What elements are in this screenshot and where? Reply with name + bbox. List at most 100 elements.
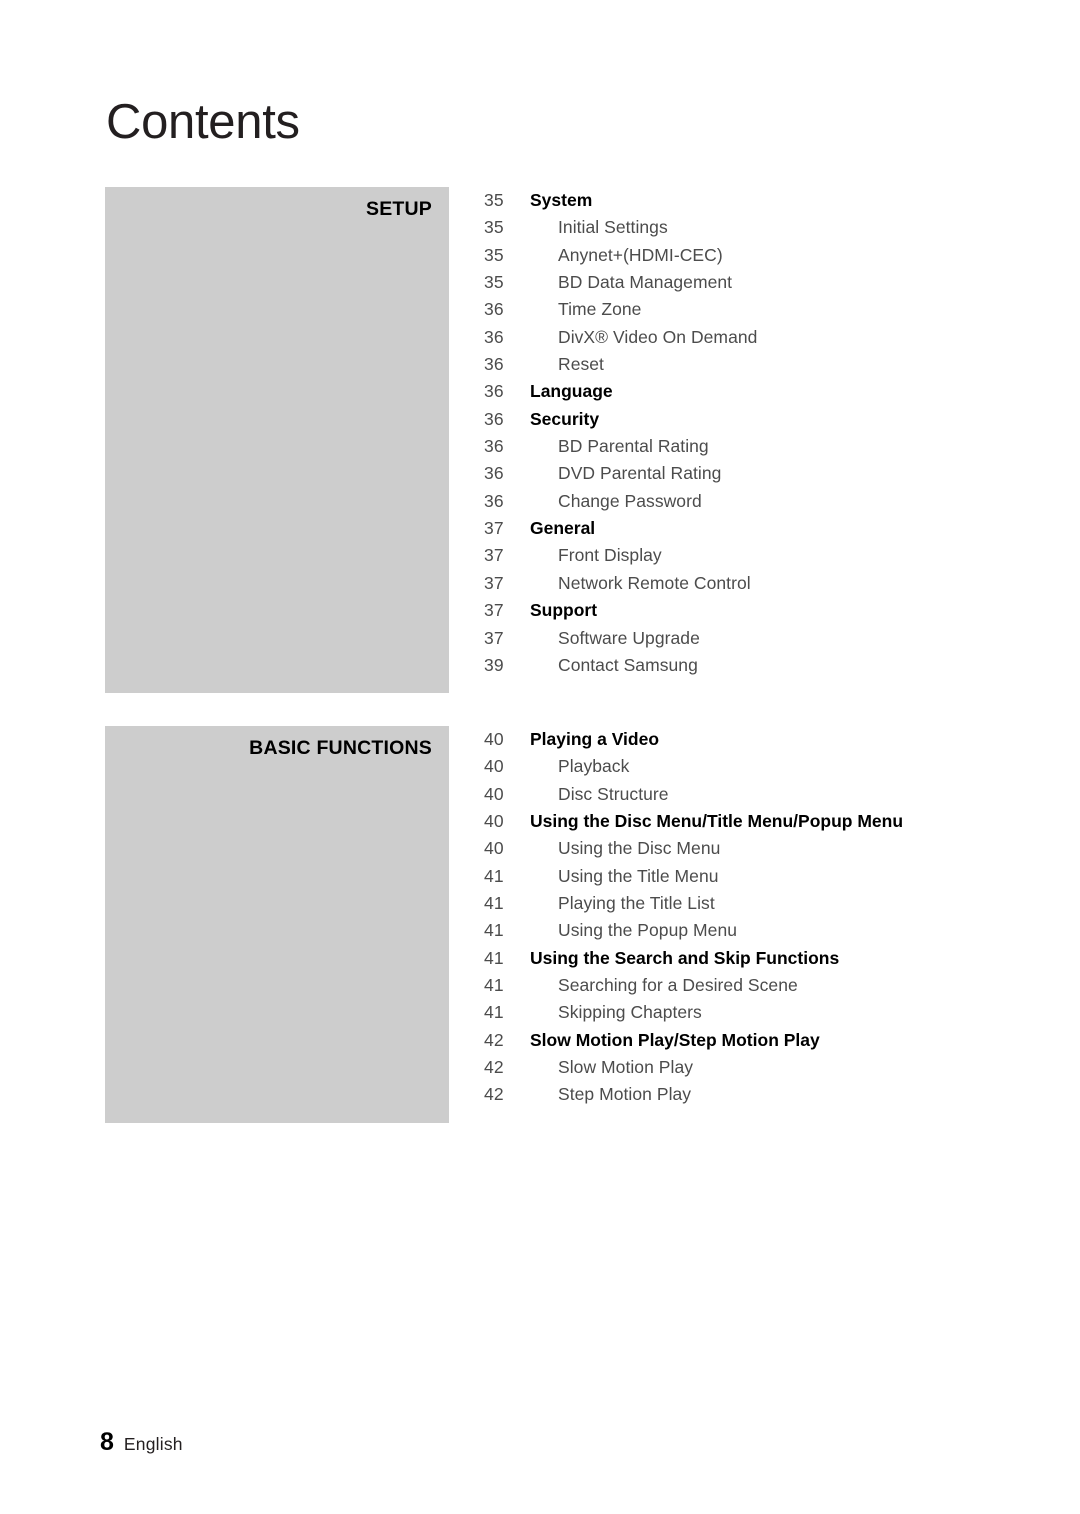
section-tab-basic-functions: BASIC FUNCTIONS bbox=[105, 726, 449, 1123]
toc-entry-page-number: 36 bbox=[484, 490, 504, 511]
toc-entry-subitem: DivX® Video On Demand bbox=[558, 326, 758, 347]
toc-entry-list-basic-functions: 40 Playing a Video 40 Playback 40 Disc Struct… bbox=[484, 726, 964, 1109]
toc-entry[interactable]: 40 Playback bbox=[484, 753, 964, 780]
toc-entry-subitem: BD Parental Rating bbox=[558, 436, 709, 457]
toc-entry-page-number: 37 bbox=[484, 627, 504, 648]
toc-entry[interactable]: 42 Slow Motion Play/Step Motion Play bbox=[484, 1027, 964, 1054]
toc-entry[interactable]: 41 Playing the Title List bbox=[484, 890, 964, 917]
toc-entry[interactable]: 36 Reset bbox=[484, 351, 964, 378]
footer-language-label: English bbox=[123, 1434, 183, 1454]
toc-entry-heading: Slow Motion Play/Step Motion Play bbox=[530, 1029, 820, 1050]
toc-entry-page-number: 36 bbox=[484, 463, 504, 484]
toc-entry-subitem: Time Zone bbox=[558, 299, 642, 320]
toc-entry[interactable]: 37 Front Display bbox=[484, 542, 964, 569]
toc-entry[interactable]: 42 Slow Motion Play bbox=[484, 1054, 964, 1081]
toc-entry-subitem: DVD Parental Rating bbox=[558, 463, 722, 484]
toc-entry-subitem: Searching for a Desired Scene bbox=[558, 975, 798, 996]
contents-page: Contents SETUP 35 System 35 Initial Setting… bbox=[0, 0, 1080, 1514]
toc-entry[interactable]: 40 Using the Disc Menu/Title Menu/Popup M… bbox=[484, 808, 964, 835]
toc-entry[interactable]: 36 Language bbox=[484, 378, 964, 405]
toc-entry-page-number: 37 bbox=[484, 518, 504, 539]
toc-entry[interactable]: 36 BD Parental Rating bbox=[484, 433, 964, 460]
toc-entry-page-number: 40 bbox=[484, 756, 504, 777]
toc-entry[interactable]: 41 Searching for a Desired Scene bbox=[484, 972, 964, 999]
toc-entry-subitem: Step Motion Play bbox=[558, 1084, 692, 1105]
toc-entry-page-number: 41 bbox=[484, 865, 504, 886]
page-footer: 8 English bbox=[100, 1428, 183, 1457]
toc-entry-subitem: Initial Settings bbox=[558, 217, 668, 238]
toc-entry-page-number: 41 bbox=[484, 893, 504, 914]
toc-entry[interactable]: 41 Using the Popup Menu bbox=[484, 917, 964, 944]
toc-entry-page-number: 39 bbox=[484, 654, 504, 675]
toc-entry-page-number: 41 bbox=[484, 975, 504, 996]
toc-entry[interactable]: 41 Using the Search and Skip Functions bbox=[484, 945, 964, 972]
toc-entry[interactable]: 37 Software Upgrade bbox=[484, 625, 964, 652]
toc-entry-subitem: Contact Samsung bbox=[558, 654, 698, 675]
toc-entry-page-number: 35 bbox=[484, 272, 504, 293]
toc-entry-subitem: Disc Structure bbox=[558, 783, 669, 804]
toc-entry-subitem: Using the Disc Menu bbox=[558, 838, 721, 859]
toc-entry[interactable]: 40 Disc Structure bbox=[484, 781, 964, 808]
toc-entry[interactable]: 35 BD Data Management bbox=[484, 269, 964, 296]
toc-entry[interactable]: 36 Change Password bbox=[484, 488, 964, 515]
toc-entry-heading: System bbox=[530, 190, 593, 210]
toc-entry-page-number: 37 bbox=[484, 600, 504, 621]
toc-entry[interactable]: 41 Using the Title Menu bbox=[484, 863, 964, 890]
toc-entry-page-number: 36 bbox=[484, 408, 504, 429]
toc-entry[interactable]: 40 Playing a Video bbox=[484, 726, 964, 753]
toc-entry-subitem: Network Remote Control bbox=[558, 572, 751, 593]
page-title: Contents bbox=[106, 95, 300, 149]
toc-entry-page-number: 40 bbox=[484, 811, 504, 832]
toc-entry-subitem: Software Upgrade bbox=[558, 627, 700, 648]
toc-entry-heading: Support bbox=[530, 600, 598, 621]
section-label-setup: SETUP bbox=[365, 198, 432, 220]
toc-entry-subitem: Anynet+(HDMI-CEC) bbox=[558, 244, 723, 265]
toc-entry[interactable]: 37 General bbox=[484, 515, 964, 542]
toc-entry[interactable]: 36 Security bbox=[484, 406, 964, 433]
toc-entry[interactable]: 36 Time Zone bbox=[484, 296, 964, 323]
toc-entry-page-number: 35 bbox=[484, 190, 504, 210]
toc-entry[interactable]: 37 Support bbox=[484, 597, 964, 624]
toc-entry-page-number: 41 bbox=[484, 1002, 504, 1023]
toc-entry-subitem: Reset bbox=[558, 354, 604, 375]
toc-entry-subitem: Slow Motion Play bbox=[558, 1057, 694, 1078]
toc-entry-page-number: 36 bbox=[484, 436, 504, 457]
toc-entry-page-number: 35 bbox=[484, 244, 504, 265]
toc-entry-page-number: 36 bbox=[484, 381, 504, 402]
footer-page-number: 8 bbox=[100, 1428, 114, 1456]
section-label-basic-functions: BASIC FUNCTIONS bbox=[249, 737, 432, 759]
toc-entry[interactable]: 35 Anynet+(HDMI-CEC) bbox=[484, 242, 964, 269]
toc-entry-heading: Playing a Video bbox=[530, 729, 660, 749]
toc-entry-page-number: 35 bbox=[484, 217, 504, 238]
toc-entry-subitem: Change Password bbox=[558, 490, 702, 511]
toc-entry[interactable]: 37 Network Remote Control bbox=[484, 570, 964, 597]
toc-entry-list-setup: 35 System 35 Initial Settings 35 Anynet+(HDMI… bbox=[484, 187, 964, 679]
toc-entry-page-number: 41 bbox=[484, 920, 504, 941]
toc-entry[interactable]: 41 Skipping Chapters bbox=[484, 999, 964, 1026]
toc-entry-subitem: Playback bbox=[558, 756, 630, 777]
toc-entry[interactable]: 42 Step Motion Play bbox=[484, 1081, 964, 1108]
toc-entry-page-number: 41 bbox=[484, 947, 504, 968]
toc-entry[interactable]: 39 Contact Samsung bbox=[484, 652, 964, 679]
toc-entry[interactable]: 36 DVD Parental Rating bbox=[484, 460, 964, 487]
section-tab-setup: SETUP bbox=[105, 187, 449, 693]
toc-entry[interactable]: 35 System bbox=[484, 187, 964, 214]
toc-entry-subitem: Front Display bbox=[558, 545, 662, 566]
toc-entry-heading: General bbox=[530, 518, 596, 539]
toc-entry-subitem: Using the Title Menu bbox=[558, 865, 719, 886]
toc-entry-subitem: BD Data Management bbox=[558, 272, 733, 293]
toc-entry[interactable]: 35 Initial Settings bbox=[484, 214, 964, 241]
toc-entry-heading: Using the Search and Skip Functions bbox=[530, 947, 840, 968]
toc-entry-page-number: 36 bbox=[484, 326, 504, 347]
toc-entry-page-number: 40 bbox=[484, 838, 504, 859]
toc-entry[interactable]: 40 Using the Disc Menu bbox=[484, 835, 964, 862]
toc-entry[interactable]: 36 DivX® Video On Demand bbox=[484, 324, 964, 351]
toc-entry-page-number: 36 bbox=[484, 354, 504, 375]
toc-entry-subitem: Playing the Title List bbox=[558, 893, 715, 914]
toc-entry-subitem: Using the Popup Menu bbox=[558, 920, 738, 941]
toc-entry-heading: Language bbox=[530, 381, 613, 402]
toc-entry-page-number: 42 bbox=[484, 1084, 504, 1105]
toc-entry-page-number: 40 bbox=[484, 729, 504, 749]
toc-entry-heading: Security bbox=[530, 408, 600, 429]
toc-entry-page-number: 40 bbox=[484, 783, 504, 804]
